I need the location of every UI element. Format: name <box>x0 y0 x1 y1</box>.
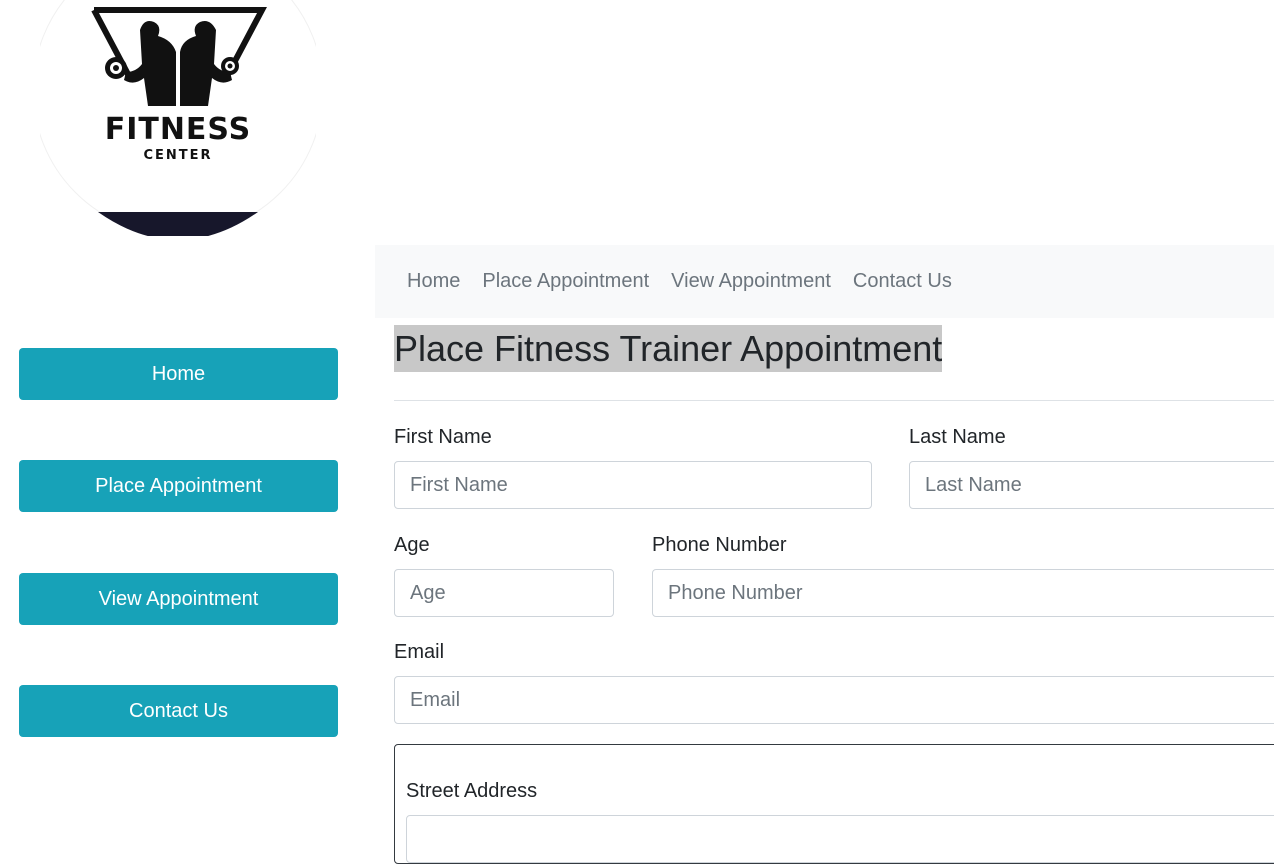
first-name-input[interactable] <box>394 461 872 509</box>
logo-subtitle: CENTER <box>143 148 213 163</box>
sidebar-view-appointment-button[interactable]: View Appointment <box>19 573 338 625</box>
age-input[interactable] <box>394 569 614 617</box>
email-input[interactable] <box>394 676 1274 724</box>
sidebar-contact-us-button[interactable]: Contact Us <box>19 685 338 737</box>
email-label: Email <box>394 641 445 663</box>
phone-number-input[interactable] <box>652 569 1274 617</box>
sidebar-home-button[interactable]: Home <box>19 348 338 400</box>
top-navbar: Home Place Appointment View Appointment … <box>375 245 1274 318</box>
last-name-input[interactable] <box>909 461 1274 509</box>
nav-link-place-appointment[interactable]: Place Appointment <box>471 270 660 293</box>
fitness-center-logo: FITNESS CENTER <box>40 0 316 236</box>
sidebar-place-appointment-button[interactable]: Place Appointment <box>19 460 338 512</box>
first-name-label: First Name <box>394 426 492 448</box>
phone-number-label: Phone Number <box>652 534 787 556</box>
logo-title: FITNESS <box>104 112 252 147</box>
last-name-label: Last Name <box>909 426 1006 448</box>
street-address-label: Street Address <box>406 780 538 802</box>
title-divider <box>394 400 1274 401</box>
street-address-input[interactable] <box>406 815 1274 863</box>
page-title: Place Fitness Trainer Appointment <box>394 325 943 372</box>
nav-link-contact-us[interactable]: Contact Us <box>842 270 963 293</box>
age-label: Age <box>394 534 430 556</box>
nav-link-view-appointment[interactable]: View Appointment <box>660 270 842 293</box>
nav-link-home[interactable]: Home <box>375 270 471 293</box>
